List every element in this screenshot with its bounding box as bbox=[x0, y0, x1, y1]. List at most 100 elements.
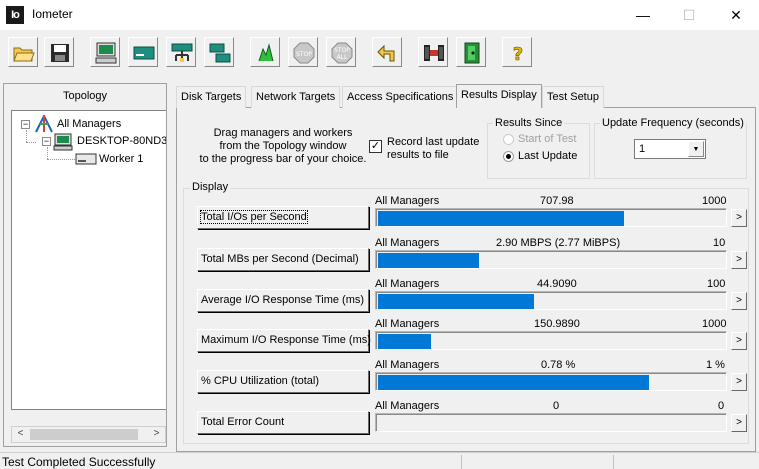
row-arrow-button[interactable]: > bbox=[731, 373, 747, 391]
progress-bar-fill bbox=[378, 211, 624, 226]
maximize-button[interactable]: ☐ bbox=[666, 0, 712, 30]
update-frequency-select[interactable]: 1 ▼ bbox=[634, 139, 706, 159]
record-last-update-label[interactable]: Record last update results to file bbox=[387, 136, 479, 162]
disconnect-icon bbox=[464, 42, 480, 64]
exit-button[interactable] bbox=[418, 37, 448, 67]
new-disk-worker-button[interactable] bbox=[128, 37, 158, 67]
window-title: Iometer bbox=[32, 7, 73, 21]
stop-icon: STOP bbox=[293, 42, 315, 64]
progress-bar-track[interactable] bbox=[375, 250, 727, 269]
manager-computer-icon bbox=[53, 133, 73, 151]
row-value-label: 0.78 % bbox=[541, 359, 576, 371]
row-value-label: 150.9890 bbox=[534, 318, 580, 330]
drag-instructions: Drag managers and workers from the Topol… bbox=[197, 127, 369, 166]
duplicate-worker-button[interactable] bbox=[204, 37, 234, 67]
tree-expander-all-managers[interactable]: − bbox=[21, 120, 30, 129]
topology-panel: Topology − All Managers − DESKTOP-80ND3 … bbox=[3, 83, 167, 447]
scroll-left-button[interactable]: < bbox=[12, 427, 29, 442]
record-last-update-checkbox[interactable]: ✓ bbox=[369, 140, 382, 153]
tab-access-specifications[interactable]: Access Specifications bbox=[342, 86, 459, 108]
status-bar: Test Completed Successfully bbox=[0, 452, 759, 469]
update-frequency-value: 1 bbox=[639, 143, 646, 155]
topology-tree[interactable]: − All Managers − DESKTOP-80ND3 Worker 1 bbox=[11, 110, 166, 410]
instructions-line-1: Drag managers and workers bbox=[213, 127, 353, 139]
row-value-label: 707.98 bbox=[540, 195, 574, 207]
start-tests-button[interactable] bbox=[250, 37, 280, 67]
tree-item-worker-1[interactable]: Worker 1 bbox=[99, 151, 143, 167]
radio-last-update-label[interactable]: Last Update bbox=[518, 150, 577, 162]
topology-title: Topology bbox=[62, 90, 108, 102]
stop-all-text: STOP bbox=[334, 47, 350, 54]
save-config-button[interactable] bbox=[44, 37, 74, 67]
new-network-worker-icon bbox=[171, 43, 193, 62]
row-arrow-button[interactable]: > bbox=[731, 332, 747, 350]
metric-button-maximum-response[interactable]: Maximum I/O Response Time (ms) bbox=[197, 329, 371, 352]
row-arrow-button[interactable]: > bbox=[731, 209, 747, 227]
iometer-app-icon[interactable]: Io bbox=[6, 6, 24, 24]
progress-bar-track[interactable] bbox=[375, 208, 727, 227]
dropdown-arrow-icon[interactable]: ▼ bbox=[688, 141, 704, 157]
reset-workers-button[interactable] bbox=[372, 37, 402, 67]
radio-last-update[interactable] bbox=[503, 151, 514, 162]
record-label-line-2: results to file bbox=[387, 149, 449, 161]
scroll-right-button[interactable]: > bbox=[148, 427, 165, 442]
toolbar: STOP STOP ALL ? bbox=[0, 32, 759, 74]
close-button[interactable]: ✕ bbox=[713, 0, 759, 30]
about-icon: ? bbox=[512, 44, 523, 65]
stop-all-button[interactable]: STOP ALL bbox=[326, 37, 356, 67]
new-network-worker-button[interactable] bbox=[166, 37, 196, 67]
metric-button-total-ios[interactable]: Total I/Os per Second bbox=[197, 206, 369, 229]
row-arrow-button[interactable]: > bbox=[731, 292, 747, 310]
minimize-button[interactable]: — bbox=[620, 0, 666, 30]
row-arrow-button[interactable]: > bbox=[731, 414, 747, 432]
row-source-label: All Managers bbox=[375, 237, 440, 249]
metric-button-label: Total MBs per Second (Decimal) bbox=[201, 253, 359, 265]
progress-bar-track[interactable] bbox=[375, 372, 727, 391]
update-frequency-title: Update Frequency (seconds) bbox=[600, 117, 746, 129]
all-managers-icon bbox=[35, 115, 53, 133]
open-config-button[interactable] bbox=[8, 37, 38, 67]
row-value-label: 2.90 MBPS (2.77 MiBPS) bbox=[496, 237, 621, 249]
tree-expander-desktop[interactable]: − bbox=[42, 137, 51, 146]
exit-icon bbox=[424, 45, 444, 61]
duplicate-worker-icon bbox=[209, 43, 231, 63]
radio-start-of-test[interactable] bbox=[503, 134, 514, 145]
tab-results-display[interactable]: Results Display bbox=[456, 84, 542, 108]
row-max-label: 10 bbox=[713, 237, 726, 249]
stop-button[interactable]: STOP bbox=[288, 37, 318, 67]
stop-all-icon: STOPALL bbox=[331, 42, 353, 64]
metric-button-total-errors[interactable]: Total Error Count bbox=[197, 411, 369, 434]
disconnect-button[interactable] bbox=[456, 37, 486, 67]
topology-horizontal-scrollbar[interactable]: < > bbox=[11, 426, 166, 443]
tree-item-desktop-manager[interactable]: DESKTOP-80ND3 bbox=[77, 133, 166, 149]
scroll-thumb[interactable] bbox=[30, 429, 138, 440]
metric-button-average-response[interactable]: Average I/O Response Time (ms) bbox=[197, 289, 369, 312]
tab-disk-targets[interactable]: Disk Targets bbox=[176, 86, 247, 108]
about-button[interactable]: ? bbox=[502, 37, 532, 67]
tab-test-setup[interactable]: Test Setup bbox=[542, 86, 604, 108]
row-source-label: All Managers bbox=[375, 400, 440, 412]
progress-bar-track[interactable] bbox=[375, 291, 727, 310]
metric-button-total-mbs[interactable]: Total MBs per Second (Decimal) bbox=[197, 248, 369, 271]
progress-bar-fill bbox=[378, 375, 649, 390]
row-value-label: 0 bbox=[553, 400, 560, 412]
row-source-label: All Managers bbox=[375, 278, 440, 290]
instructions-line-2: from the Topology window bbox=[219, 140, 347, 152]
stop-text: STOP bbox=[296, 51, 312, 58]
record-label-line-1: Record last update bbox=[387, 136, 480, 148]
radio-start-of-test-label[interactable]: Start of Test bbox=[518, 133, 577, 145]
svg-text:?: ? bbox=[513, 44, 523, 65]
tree-item-all-managers[interactable]: All Managers bbox=[57, 116, 121, 132]
progress-bar-track[interactable] bbox=[375, 413, 727, 432]
metric-button-label: Average I/O Response Time (ms) bbox=[201, 294, 365, 306]
new-manager-button[interactable] bbox=[90, 37, 120, 67]
row-source-label: All Managers bbox=[375, 318, 440, 330]
progress-bar-track[interactable] bbox=[375, 331, 727, 350]
display-group-title: Display bbox=[190, 181, 231, 193]
metric-button-label: % CPU Utilization (total) bbox=[201, 375, 319, 387]
row-arrow-button[interactable]: > bbox=[731, 251, 747, 269]
start-tests-icon bbox=[258, 43, 274, 62]
results-since-title: Results Since bbox=[493, 117, 565, 129]
tab-network-targets[interactable]: Network Targets bbox=[251, 86, 341, 108]
metric-button-cpu-utilization[interactable]: % CPU Utilization (total) bbox=[197, 370, 369, 393]
